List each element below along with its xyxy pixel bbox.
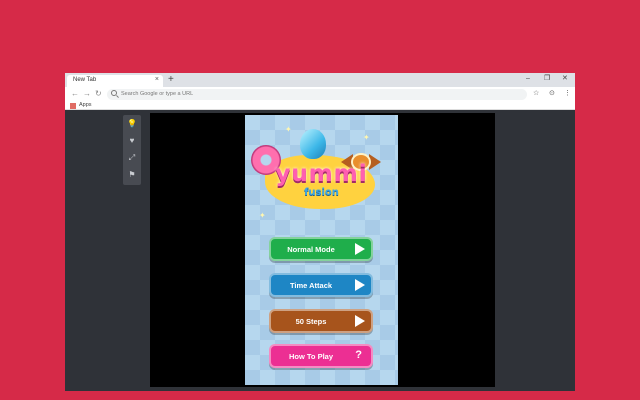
maximize-icon[interactable]: ❐ (544, 74, 550, 84)
flag-icon[interactable]: ⚑ (123, 167, 141, 183)
button-label: Normal Mode (287, 245, 335, 254)
play-icon (355, 279, 365, 291)
reload-icon[interactable]: ↻ (95, 89, 102, 99)
time-attack-button[interactable]: Time Attack (269, 273, 373, 297)
minimize-icon[interactable]: – (526, 74, 530, 84)
back-icon[interactable]: ← (71, 89, 79, 99)
bookmark-star-icon[interactable]: ☆ (533, 89, 539, 99)
menu-icon[interactable]: ⋮ (564, 89, 571, 99)
game-title: yummi (275, 161, 368, 187)
browser-toolbar: ← → ↻ Search Google or type a URL ☆ ⊙ ⋮ (65, 87, 575, 101)
sparkle-icon: ✦ (363, 133, 370, 142)
tab-strip: New Tab × + – ❐ ✕ (65, 73, 575, 87)
blue-candy-icon (300, 129, 326, 159)
heart-icon[interactable]: ♥ (123, 133, 141, 149)
address-bar[interactable]: Search Google or type a URL (107, 89, 527, 100)
forward-icon[interactable]: → (83, 89, 91, 99)
search-icon (111, 90, 117, 96)
expand-icon[interactable]: ⤢ (123, 150, 141, 166)
profile-icon[interactable]: ⊙ (549, 89, 555, 99)
apps-grid-icon[interactable] (70, 103, 76, 109)
sparkle-icon: ✦ (259, 211, 266, 220)
bookmarks-bar: Apps (65, 101, 575, 110)
game-canvas[interactable]: ✦ ✦ ✦ yummi fusion Normal Mode Time Atta… (245, 115, 398, 385)
fifty-steps-button[interactable]: 50 Steps (269, 309, 373, 333)
help-icon: ? (355, 349, 362, 361)
normal-mode-button[interactable]: Normal Mode (269, 237, 373, 261)
tab-new-tab[interactable]: New Tab × (67, 75, 163, 87)
new-tab-button[interactable]: + (168, 74, 174, 85)
game-subtitle: fusion (304, 187, 339, 198)
game-frame: ✦ ✦ ✦ yummi fusion Normal Mode Time Atta… (150, 113, 495, 387)
how-to-play-button[interactable]: How To Play ? (269, 344, 373, 368)
browser-window: New Tab × + – ❐ ✕ ← → ↻ Search Google or… (65, 73, 575, 391)
button-label: How To Play (288, 352, 334, 361)
tab-close-icon[interactable]: × (155, 76, 159, 84)
button-label: Time Attack (289, 281, 333, 290)
address-bar-placeholder: Search Google or type a URL (121, 91, 194, 97)
sparkle-icon: ✦ (285, 125, 292, 134)
play-icon (355, 315, 365, 327)
close-window-icon[interactable]: ✕ (562, 74, 568, 84)
apps-shortcut[interactable]: Apps (79, 102, 92, 108)
side-toolbar: 💡 ♥ ⤢ ⚑ (123, 115, 141, 185)
play-icon (355, 243, 365, 255)
lightbulb-icon[interactable]: 💡 (123, 116, 141, 132)
button-label: 50 Steps (295, 317, 327, 326)
tab-title: New Tab (73, 77, 97, 83)
